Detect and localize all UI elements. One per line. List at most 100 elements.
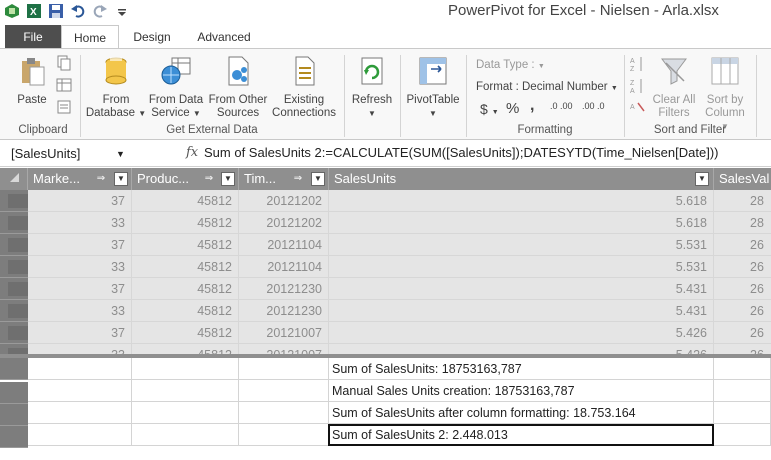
table-cell[interactable]: 20121104 bbox=[239, 234, 329, 256]
decrease-decimal-button[interactable]: .00 .0 bbox=[582, 101, 605, 111]
tab-home[interactable]: Home bbox=[61, 25, 119, 50]
calc-row-selector[interactable] bbox=[0, 382, 28, 404]
table-cell[interactable]: 5.431 bbox=[329, 300, 714, 322]
table-cell[interactable]: 45812 bbox=[132, 278, 239, 300]
table-cell[interactable]: 37 bbox=[28, 278, 132, 300]
from-other-sources-button[interactable]: From Other Sources bbox=[205, 55, 271, 120]
row-selector[interactable] bbox=[0, 300, 28, 322]
sort-by-column-button[interactable]: Sort by Column ▼ bbox=[700, 55, 750, 133]
calc-cell[interactable] bbox=[28, 358, 132, 380]
redo-icon[interactable] bbox=[92, 3, 108, 19]
column-header-salesval[interactable]: SalesVal bbox=[714, 168, 771, 190]
table-cell[interactable]: 26 bbox=[714, 278, 771, 300]
table-cell[interactable]: 20121230 bbox=[239, 300, 329, 322]
table-cell[interactable]: 5.431 bbox=[329, 278, 714, 300]
increase-decimal-button[interactable]: .0 .00 bbox=[550, 101, 573, 111]
measure-sum-salesunits-formatted[interactable]: Sum of SalesUnits after column formattin… bbox=[332, 402, 636, 424]
row-selector[interactable] bbox=[0, 256, 28, 278]
fx-icon[interactable]: fx bbox=[186, 145, 198, 160]
calc-cell[interactable] bbox=[239, 380, 329, 402]
filter-dropdown-icon[interactable]: ▼ bbox=[311, 172, 325, 186]
table-cell[interactable]: 28 bbox=[714, 190, 771, 212]
refresh-button[interactable]: Refresh ▼ bbox=[348, 55, 396, 120]
table-cell[interactable]: 33 bbox=[28, 256, 132, 278]
table-cell[interactable]: 33 bbox=[28, 300, 132, 322]
existing-connections-button[interactable]: Existing Connections bbox=[270, 55, 338, 120]
table-cell[interactable]: 5.531 bbox=[329, 256, 714, 278]
table-cell[interactable]: 20121230 bbox=[239, 278, 329, 300]
calc-cell[interactable] bbox=[132, 424, 239, 446]
copy-icon[interactable] bbox=[56, 55, 72, 71]
calc-cell[interactable] bbox=[714, 424, 771, 446]
powerpivot-icon[interactable] bbox=[4, 3, 20, 19]
calc-cell[interactable] bbox=[239, 424, 329, 446]
tab-advanced[interactable]: Advanced bbox=[190, 25, 258, 49]
table-cell[interactable]: 37 bbox=[28, 234, 132, 256]
calc-row-selector[interactable] bbox=[0, 358, 28, 380]
table-cell[interactable]: 45812 bbox=[132, 190, 239, 212]
table-cell[interactable]: 5.531 bbox=[329, 234, 714, 256]
row-selector[interactable] bbox=[0, 190, 28, 212]
table-cell[interactable]: 45812 bbox=[132, 234, 239, 256]
column-header-market[interactable]: Marke... ⇒ ▼ bbox=[28, 168, 132, 190]
calc-cell[interactable] bbox=[714, 380, 771, 402]
calc-cell[interactable] bbox=[28, 424, 132, 446]
select-all-corner[interactable] bbox=[0, 168, 28, 190]
table-cell[interactable]: 26 bbox=[714, 322, 771, 344]
table-cell[interactable]: 20121007 bbox=[239, 322, 329, 344]
excel-icon[interactable]: X bbox=[26, 3, 42, 19]
sort-descending-icon[interactable]: ZA bbox=[630, 77, 646, 95]
calc-cell[interactable] bbox=[132, 358, 239, 380]
table-cell[interactable]: 26 bbox=[714, 234, 771, 256]
from-database-button[interactable]: From Database ▼ bbox=[84, 55, 148, 120]
percent-button[interactable]: % bbox=[506, 100, 519, 117]
calc-cell[interactable] bbox=[239, 358, 329, 380]
table-cell[interactable]: 45812 bbox=[132, 322, 239, 344]
filter-dropdown-icon[interactable]: ▼ bbox=[221, 172, 235, 186]
table-cell[interactable]: 20121104 bbox=[239, 256, 329, 278]
table-cell[interactable]: 45812 bbox=[132, 300, 239, 322]
paste-append-icon[interactable] bbox=[56, 99, 72, 115]
table-cell[interactable]: 33 bbox=[28, 212, 132, 234]
table-cell[interactable]: 20121202 bbox=[239, 190, 329, 212]
column-header-salesunits[interactable]: SalesUnits ▼ bbox=[329, 168, 714, 190]
measure-sum-salesunits-2[interactable]: Sum of SalesUnits 2: 2.448.013 bbox=[332, 424, 508, 446]
comma-button[interactable]: , bbox=[530, 97, 534, 115]
undo-icon[interactable] bbox=[70, 3, 86, 19]
measure-manual-sales-units[interactable]: Manual Sales Units creation: 18753163,78… bbox=[332, 380, 575, 402]
table-cell[interactable]: 45812 bbox=[132, 256, 239, 278]
calc-cell[interactable] bbox=[714, 358, 771, 380]
calc-cell[interactable] bbox=[28, 402, 132, 424]
calc-cell[interactable] bbox=[239, 402, 329, 424]
calc-row-selector[interactable] bbox=[0, 426, 28, 448]
row-selector[interactable] bbox=[0, 234, 28, 256]
calc-cell[interactable] bbox=[714, 402, 771, 424]
tab-file[interactable]: File bbox=[5, 25, 61, 49]
calc-cell[interactable] bbox=[132, 380, 239, 402]
copy-table-icon[interactable] bbox=[56, 77, 72, 93]
table-cell[interactable]: 28 bbox=[714, 212, 771, 234]
sort-ascending-icon[interactable]: AZ bbox=[630, 55, 646, 73]
format-dropdown[interactable]: Format : Decimal Number ▼ bbox=[476, 81, 618, 93]
calc-row-selector[interactable] bbox=[0, 404, 28, 426]
chevron-down-icon[interactable]: ▼ bbox=[116, 144, 125, 164]
table-cell[interactable]: 5.618 bbox=[329, 212, 714, 234]
customize-icon[interactable] bbox=[114, 3, 130, 19]
row-selector[interactable] bbox=[0, 278, 28, 300]
currency-button[interactable]: $ ▼ bbox=[480, 101, 499, 117]
pivottable-button[interactable]: PivotTable ▼ bbox=[404, 55, 462, 120]
measure-sum-salesunits[interactable]: Sum of SalesUnits: 18753163,787 bbox=[332, 358, 522, 380]
row-selector[interactable] bbox=[0, 212, 28, 234]
table-cell[interactable]: 5.426 bbox=[329, 322, 714, 344]
calc-cell[interactable] bbox=[132, 402, 239, 424]
table-cell[interactable]: 37 bbox=[28, 190, 132, 212]
clear-all-filters-button[interactable]: Clear All Filters bbox=[650, 55, 698, 120]
table-cell[interactable]: 26 bbox=[714, 256, 771, 278]
table-cell[interactable]: 37 bbox=[28, 322, 132, 344]
calc-cell[interactable] bbox=[28, 380, 132, 402]
name-box[interactable]: [SalesUnits] ▼ bbox=[8, 144, 168, 164]
filter-dropdown-icon[interactable]: ▼ bbox=[114, 172, 128, 186]
clear-sort-icon[interactable]: A bbox=[630, 99, 646, 115]
save-icon[interactable] bbox=[48, 3, 64, 19]
table-cell[interactable]: 20121202 bbox=[239, 212, 329, 234]
